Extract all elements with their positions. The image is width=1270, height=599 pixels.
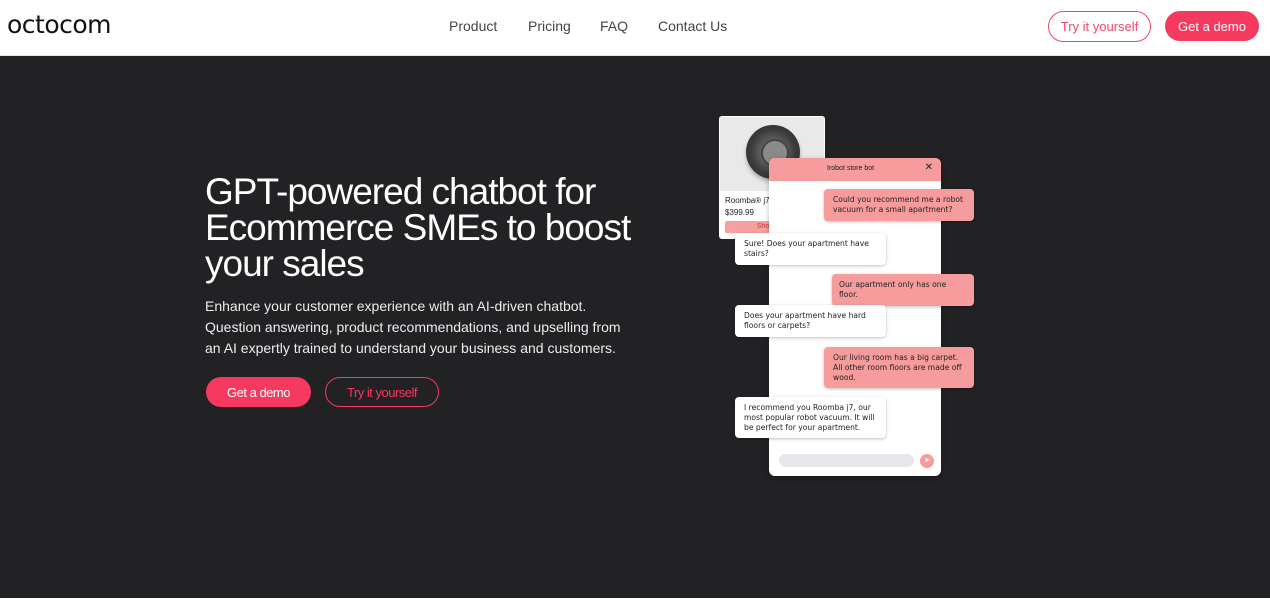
try-it-yourself-button[interactable]: Try it yourself [1048, 11, 1151, 42]
chat-message-bot: I recommend you Roomba j7, our most popu… [735, 397, 886, 439]
hero-get-a-demo-button[interactable]: Get a demo [206, 377, 311, 407]
nav-faq[interactable]: FAQ [600, 18, 628, 34]
hero-section: GPT-powered chatbot for Ecommerce SMEs t… [0, 56, 1270, 598]
chat-message-user: Our apartment only has one floor. [832, 274, 974, 306]
nav-contact-us[interactable]: Contact Us [658, 18, 727, 34]
chat-message-user: Our living room has a big carpet. All ot… [824, 347, 974, 389]
site-header: octocom Product Pricing FAQ Contact Us T… [0, 0, 1270, 56]
chat-message-bot: Does your apartment have hard floors or … [735, 305, 886, 337]
nav-pricing[interactable]: Pricing [528, 18, 571, 34]
get-a-demo-button[interactable]: Get a demo [1165, 11, 1259, 41]
product-name: Roomba® j7 [725, 196, 770, 205]
logo[interactable]: octocom [7, 10, 112, 39]
nav-product[interactable]: Product [449, 18, 497, 34]
chat-message-bot: Sure! Does your apartment have stairs? [735, 233, 886, 265]
hero-title: GPT-powered chatbot for Ecommerce SMEs t… [205, 171, 631, 284]
chat-message-user: Could you recommend me a robot vacuum fo… [824, 189, 974, 221]
chat-title: Irobot store bot [827, 165, 875, 172]
chat-header: Irobot store bot ✕ [769, 158, 941, 181]
close-icon[interactable]: ✕ [925, 163, 933, 173]
chat-input[interactable] [779, 454, 914, 467]
hero-try-it-yourself-button[interactable]: Try it yourself [325, 377, 439, 407]
product-price: $399.99 [725, 208, 754, 217]
hero-subtitle: Enhance your customer experience with an… [205, 298, 621, 356]
send-icon[interactable]: ➤ [920, 454, 934, 468]
